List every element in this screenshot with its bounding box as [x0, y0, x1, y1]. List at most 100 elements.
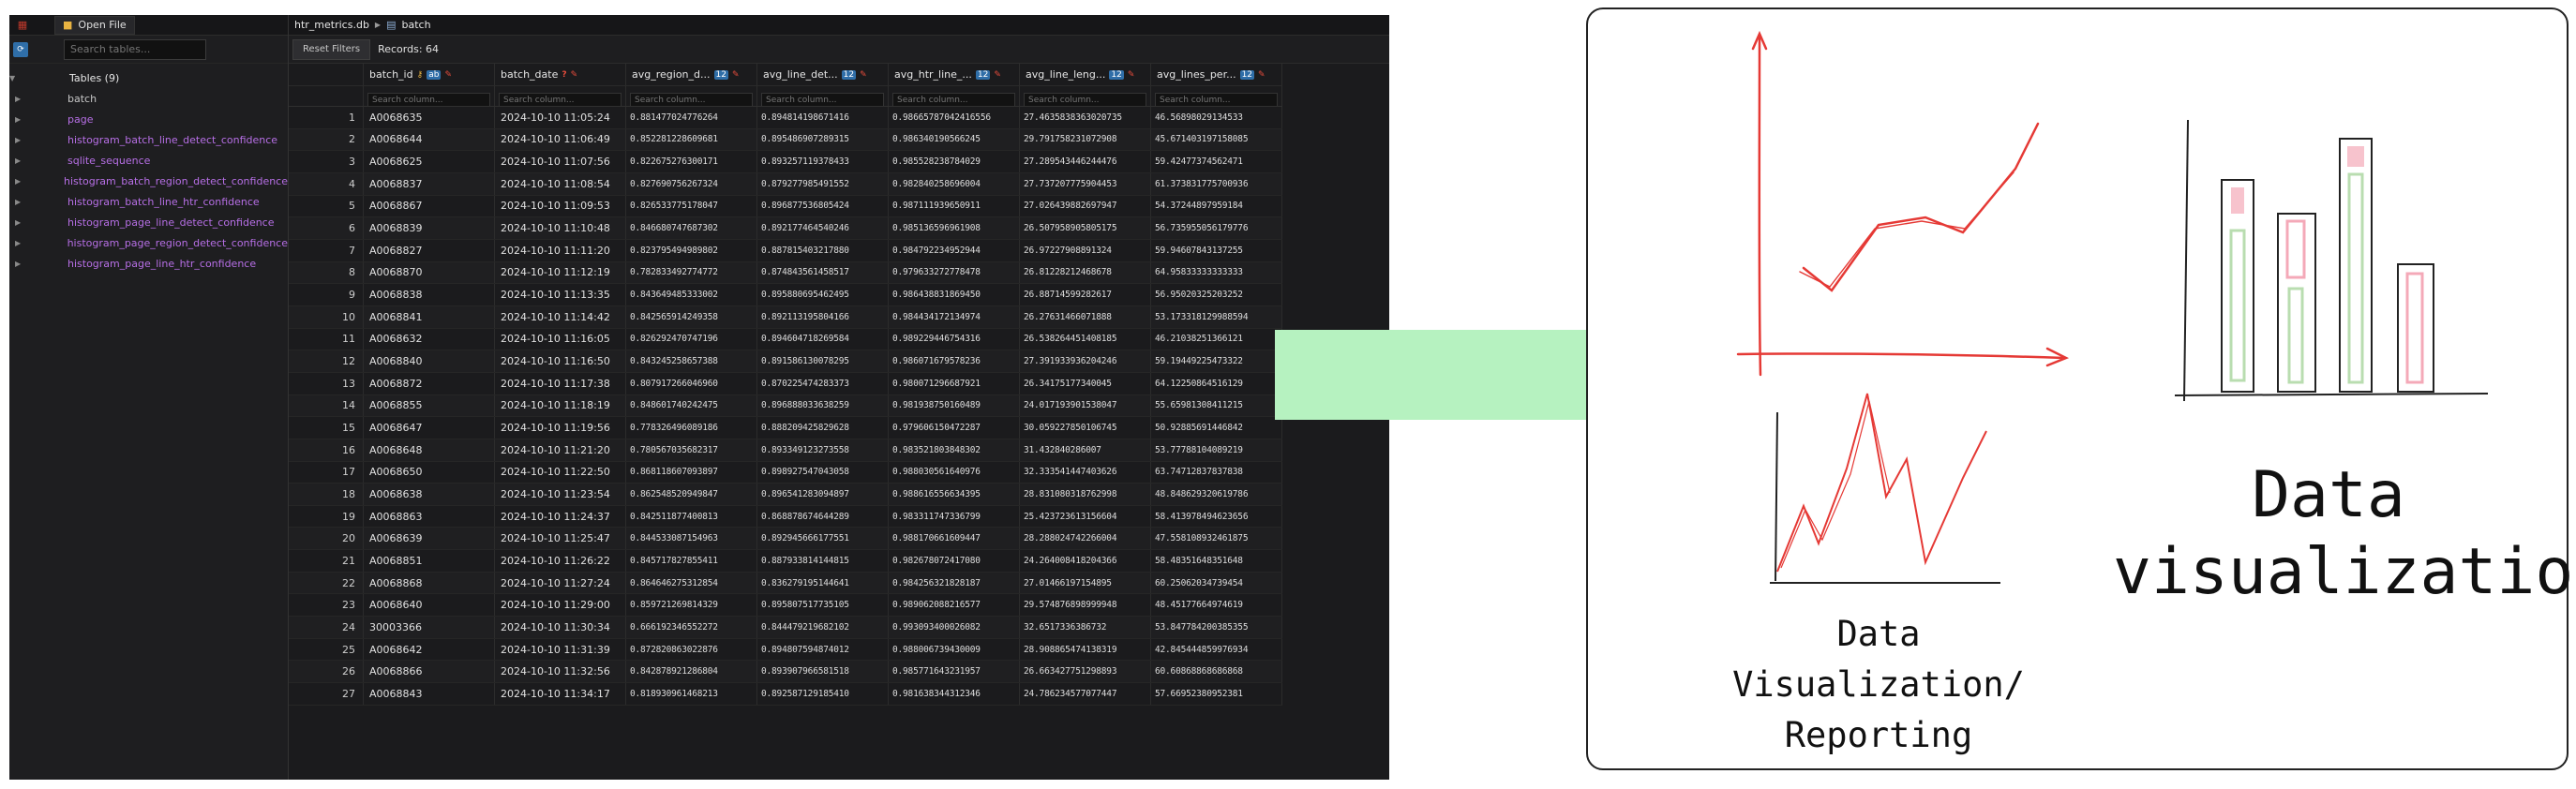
- expand-icon[interactable]: ▶: [15, 177, 26, 186]
- table-row[interactable]: 8 A0068870 2024-10-10 11:12:19 0.7828334927…: [289, 261, 1282, 285]
- table-row[interactable]: 16 A0068648 2024-10-10 11:21:20 0.780567035…: [289, 439, 1282, 462]
- table-cell[interactable]: 0.892177464540246: [757, 217, 889, 239]
- table-cell[interactable]: 53.173318129988594: [1151, 305, 1282, 328]
- table-cell[interactable]: 60.60868868686868: [1151, 661, 1282, 683]
- table-cell[interactable]: 58.413978494623656: [1151, 505, 1282, 528]
- table-cell[interactable]: A0068851: [364, 550, 495, 572]
- table-cell[interactable]: 0.988616556634395: [889, 484, 1020, 505]
- table-cell[interactable]: 0.892945666177551: [757, 528, 889, 550]
- expand-icon[interactable]: ▶: [15, 260, 30, 268]
- pin-icon[interactable]: ✎: [860, 70, 867, 80]
- table-cell[interactable]: 55.65981308411215: [1151, 394, 1282, 417]
- table-cell[interactable]: 0.979633272778478: [889, 261, 1020, 284]
- table-cell[interactable]: 0.822675276300171: [626, 151, 757, 172]
- table-cell[interactable]: 26.88714599282617: [1020, 284, 1151, 305]
- table-cell[interactable]: 27.01466197154895: [1020, 572, 1151, 594]
- table-cell[interactable]: 0.898927547043058: [757, 461, 889, 484]
- table-cell[interactable]: 0.896888033638259: [757, 394, 889, 417]
- sidebar-table-item[interactable]: ▶ batch: [9, 88, 288, 109]
- table-cell[interactable]: 2024-10-10 11:16:50: [495, 350, 626, 372]
- table-cell[interactable]: A0068840: [364, 350, 495, 372]
- table-cell[interactable]: 0.818930961468213: [626, 683, 757, 705]
- table-cell[interactable]: 0.844479219682102: [757, 617, 889, 638]
- table-search-input[interactable]: [64, 38, 206, 60]
- table-cell[interactable]: 0.780567035682317: [626, 439, 757, 461]
- table-cell[interactable]: 0.868878674644289: [757, 505, 889, 528]
- table-row[interactable]: 26 A0068866 2024-10-10 11:32:56 0.842878921…: [289, 661, 1282, 684]
- table-cell[interactable]: 0.984792234952944: [889, 239, 1020, 261]
- table-cell[interactable]: 0.823795494989802: [626, 239, 757, 261]
- table-cell[interactable]: 0.988006739430009: [889, 638, 1020, 661]
- table-cell[interactable]: 27.026439882697947: [1020, 195, 1151, 217]
- table-row[interactable]: 24 30003366 2024-10-10 11:30:34 0.666192346…: [289, 617, 1282, 639]
- pin-icon[interactable]: ✎: [732, 70, 740, 80]
- reset-filters-button[interactable]: Reset Filters: [292, 38, 371, 60]
- table-cell[interactable]: 0.868118607093897: [626, 461, 757, 484]
- pin-icon[interactable]: ✎: [1128, 70, 1135, 80]
- table-cell[interactable]: 0.836279195144641: [757, 572, 889, 594]
- table-cell[interactable]: 28.908865474138319: [1020, 638, 1151, 661]
- table-cell[interactable]: 0.894814198671416: [757, 107, 889, 128]
- table-cell[interactable]: A0068843: [364, 683, 495, 705]
- table-cell[interactable]: A0068839: [364, 217, 495, 239]
- table-cell[interactable]: 32.333541447403626: [1020, 461, 1151, 484]
- table-cell[interactable]: 0.782833492774772: [626, 261, 757, 284]
- table-row[interactable]: 7 A0068827 2024-10-10 11:11:20 0.8237954949…: [289, 239, 1282, 262]
- sidebar-table-item[interactable]: ▶ histogram_page_region_detect_confidence: [9, 232, 288, 253]
- table-cell[interactable]: A0068870: [364, 261, 495, 284]
- expand-icon[interactable]: ▶: [15, 136, 30, 144]
- table-cell[interactable]: 2024-10-10 11:08:54: [495, 172, 626, 195]
- table-cell[interactable]: 30003366: [364, 617, 495, 638]
- sidebar-table-item[interactable]: ▶ histogram_page_line_htr_confidence: [9, 253, 288, 274]
- expand-icon[interactable]: ▶: [15, 156, 30, 165]
- table-cell[interactable]: 46.21038251366121: [1151, 328, 1282, 350]
- table-cell[interactable]: 2024-10-10 11:19:56: [495, 417, 626, 439]
- column-search-input[interactable]: [1024, 93, 1146, 106]
- table-cell[interactable]: 46.56898029134533: [1151, 107, 1282, 128]
- table-cell[interactable]: A0068866: [364, 661, 495, 683]
- table-cell[interactable]: 26.538264451408185: [1020, 328, 1151, 350]
- table-row[interactable]: 25 A0068642 2024-10-10 11:31:39 0.872820863…: [289, 638, 1282, 662]
- table-cell[interactable]: 2024-10-10 11:07:56: [495, 151, 626, 172]
- table-cell[interactable]: 0.892113195804166: [757, 305, 889, 328]
- table-cell[interactable]: 0.893907966581518: [757, 661, 889, 683]
- table-cell[interactable]: 42.845444859976934: [1151, 638, 1282, 661]
- table-cell[interactable]: 0.893349123273558: [757, 439, 889, 461]
- open-file-button[interactable]: ■ Open File: [54, 15, 135, 35]
- table-cell[interactable]: 0.986071679578236: [889, 350, 1020, 372]
- table-cell[interactable]: 0.986438831869450: [889, 284, 1020, 305]
- table-cell[interactable]: 0.874843561458517: [757, 261, 889, 284]
- table-cell[interactable]: A0068642: [364, 638, 495, 661]
- table-cell[interactable]: A0068648: [364, 439, 495, 461]
- table-row[interactable]: 10 A0068841 2024-10-10 11:14:42 0.842565914…: [289, 305, 1282, 329]
- table-cell[interactable]: A0068640: [364, 594, 495, 617]
- column-search-input[interactable]: [892, 93, 1015, 106]
- tables-header[interactable]: ▼ Tables (9): [9, 67, 288, 88]
- table-cell[interactable]: A0068635: [364, 107, 495, 128]
- column-search-input[interactable]: [630, 93, 753, 106]
- table-row[interactable]: 17 A0068650 2024-10-10 11:22:50 0.868118607…: [289, 461, 1282, 484]
- table-row[interactable]: 20 A0068639 2024-10-10 11:25:47 0.844533087…: [289, 528, 1282, 551]
- table-cell[interactable]: 58.48351648351648: [1151, 550, 1282, 572]
- sidebar-table-item[interactable]: ▶ histogram_batch_line_htr_confidence: [9, 191, 288, 212]
- table-cell[interactable]: 0.895486907289315: [757, 128, 889, 151]
- table-row[interactable]: 1 A0068635 2024-10-10 11:05:24 0.8814770247…: [289, 107, 1282, 129]
- table-cell[interactable]: 0.845717827855411: [626, 550, 757, 572]
- table-cell[interactable]: 0.846680747687302: [626, 217, 757, 239]
- table-cell[interactable]: 48.45177664974619: [1151, 594, 1282, 617]
- table-cell[interactable]: 26.97227908891324: [1020, 239, 1151, 261]
- table-cell[interactable]: 0.981938750160489: [889, 394, 1020, 417]
- table-row[interactable]: 23 A0068640 2024-10-10 11:29:00 0.859721269…: [289, 594, 1282, 618]
- table-cell[interactable]: 0.887933814144815: [757, 550, 889, 572]
- sidebar-table-item[interactable]: ▶ page: [9, 109, 288, 129]
- table-cell[interactable]: A0068650: [364, 461, 495, 484]
- table-cell[interactable]: A0068838: [364, 284, 495, 305]
- table-cell[interactable]: 24.264008418204366: [1020, 550, 1151, 572]
- table-cell[interactable]: 64.12250864516129: [1151, 372, 1282, 394]
- table-cell[interactable]: 0.881477024776264: [626, 107, 757, 128]
- table-cell[interactable]: A0068647: [364, 417, 495, 439]
- table-cell[interactable]: 0.895807517735105: [757, 594, 889, 617]
- column-header-batch-id[interactable]: batch_id ⚷ ab ✎: [364, 64, 495, 85]
- table-cell[interactable]: A0068867: [364, 195, 495, 217]
- table-cell[interactable]: 2024-10-10 11:25:47: [495, 528, 626, 550]
